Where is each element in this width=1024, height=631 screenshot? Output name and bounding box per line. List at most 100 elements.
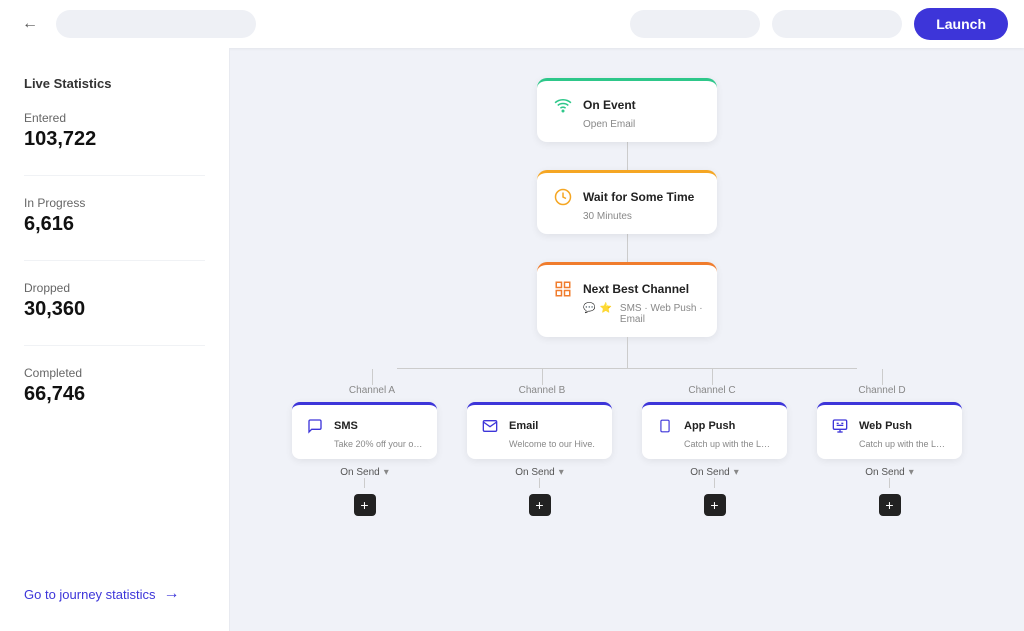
- on-event-icon: [551, 93, 575, 117]
- divider-1: [24, 175, 205, 176]
- sidebar-title: Live Statistics: [24, 76, 205, 91]
- node-nbc-subtitle: SMS · Web Push · Email: [620, 303, 703, 325]
- on-send-apppush-label: On Send: [690, 467, 729, 478]
- channel-d-label: Channel D: [858, 385, 905, 396]
- conn-email: [539, 478, 540, 488]
- channel-webpush-header: Web Push: [829, 415, 950, 437]
- stat-inprogress-label: In Progress: [24, 196, 205, 210]
- nbc-star-icon: ⭐: [599, 303, 611, 325]
- navbar-title: [56, 10, 256, 38]
- stat-completed: Completed 66,746: [24, 366, 205, 406]
- app-push-icon: [654, 415, 676, 437]
- node-next-best[interactable]: Next Best Channel 💬 ⭐ SMS · Web Push · E…: [537, 262, 717, 337]
- back-icon: ←: [22, 15, 38, 33]
- channel-a-label: Channel A: [349, 385, 395, 396]
- channel-b-vline: [542, 369, 543, 385]
- sms-icon: [304, 415, 326, 437]
- stat-inprogress-value: 6,616: [24, 213, 205, 236]
- on-send-webpush[interactable]: On Send ▾: [865, 467, 914, 478]
- node-wait-time[interactable]: Wait for Some Time 30 Minutes: [537, 170, 717, 234]
- chevron-down-webpush: ▾: [909, 467, 914, 478]
- channel-card-webpush[interactable]: Web Push Catch up with the Legends!: [817, 402, 962, 459]
- next-best-icon: [551, 277, 575, 301]
- conn-webpush: [889, 478, 890, 488]
- wait-time-icon: [551, 185, 575, 209]
- chevron-down-apppush: ▾: [734, 467, 739, 478]
- branch-horizontal-line: [397, 368, 857, 369]
- on-send-sms-label: On Send: [340, 467, 379, 478]
- channel-apppush-header: App Push: [654, 415, 775, 437]
- flow-container: On Event Open Email Wait for Some Time: [250, 78, 1004, 516]
- stat-completed-value: 66,746: [24, 383, 205, 406]
- branch-connector: [302, 337, 952, 369]
- channel-email-header: Email: [479, 415, 600, 437]
- channel-sms-desc: Take 20% off your order with code ...: [334, 439, 425, 449]
- channel-b-label: Channel B: [519, 385, 566, 396]
- stat-entered: Entered 103,722: [24, 111, 205, 151]
- on-send-email-label: On Send: [515, 467, 554, 478]
- channel-email-desc: Welcome to our Hive.: [509, 439, 600, 449]
- back-button[interactable]: ←: [16, 10, 44, 38]
- node-on-event-subtitle: Open Email: [583, 119, 703, 130]
- channel-labels-row: Channel A Channel B Channel C Channel D: [302, 369, 952, 402]
- channel-c-col: Channel C: [642, 369, 782, 402]
- divider-3: [24, 345, 205, 346]
- chevron-down-email: ▾: [559, 467, 564, 478]
- channel-d-vline: [882, 369, 883, 385]
- node-on-event-header: On Event: [551, 93, 703, 117]
- divider-2: [24, 260, 205, 261]
- stat-dropped: Dropped 30,360: [24, 281, 205, 321]
- add-node-apppush[interactable]: +: [704, 494, 726, 516]
- node-wait-title: Wait for Some Time: [583, 190, 694, 204]
- channel-card-email[interactable]: Email Welcome to our Hive.: [467, 402, 612, 459]
- stat-dropped-value: 30,360: [24, 298, 205, 321]
- on-send-email[interactable]: On Send ▾: [515, 467, 564, 478]
- journey-stats-link[interactable]: Go to journey statistics →: [24, 585, 205, 603]
- channel-webpush-desc: Catch up with the Legends!: [859, 439, 950, 449]
- channel-a-vline: [372, 369, 373, 385]
- channel-card-apppush[interactable]: App Push Catch up with the Legends!: [642, 402, 787, 459]
- channel-c-vline: [712, 369, 713, 385]
- conn-sms: [364, 478, 365, 488]
- node-wait-subtitle: 30 Minutes: [583, 211, 703, 222]
- email-icon: [479, 415, 501, 437]
- navbar-input-2: [772, 10, 902, 38]
- channel-b-col: Channel B: [472, 369, 612, 402]
- node-on-event-title: On Event: [583, 98, 636, 112]
- launch-button[interactable]: Launch: [914, 8, 1008, 40]
- nbc-sms-icon: 💬: [583, 303, 595, 325]
- stat-dropped-label: Dropped: [24, 281, 205, 295]
- on-send-apppush[interactable]: On Send ▾: [690, 467, 739, 478]
- web-push-icon: [829, 415, 851, 437]
- channel-d: Web Push Catch up with the Legends! On S…: [817, 402, 962, 516]
- branch-main-line: [627, 337, 628, 369]
- channel-a-col: Channel A: [302, 369, 442, 402]
- node-wait-header: Wait for Some Time: [551, 185, 703, 209]
- connector-2: [627, 234, 628, 262]
- connector-1: [627, 142, 628, 170]
- chevron-down-sms: ▾: [384, 467, 389, 478]
- add-node-webpush[interactable]: +: [879, 494, 901, 516]
- channel-d-col: Channel D: [812, 369, 952, 402]
- channel-a: SMS Take 20% off your order with code ..…: [292, 402, 437, 516]
- conn-apppush: [714, 478, 715, 488]
- on-send-sms[interactable]: On Send ▾: [340, 467, 389, 478]
- stat-completed-label: Completed: [24, 366, 205, 380]
- channel-apppush-desc: Catch up with the Legends!: [684, 439, 775, 449]
- nbc-icons: 💬 ⭐ SMS · Web Push · Email: [583, 303, 703, 325]
- navbar: ← Launch: [0, 0, 1024, 48]
- canvas: On Event Open Email Wait for Some Time: [230, 48, 1024, 631]
- add-node-email[interactable]: +: [529, 494, 551, 516]
- stat-entered-label: Entered: [24, 111, 205, 125]
- channel-sms-title: SMS: [334, 420, 358, 432]
- stat-inprogress: In Progress 6,616: [24, 196, 205, 236]
- channel-email-title: Email: [509, 420, 538, 432]
- channels-row: SMS Take 20% off your order with code ..…: [302, 402, 952, 516]
- journey-link-label: Go to journey statistics: [24, 587, 156, 602]
- add-node-sms[interactable]: +: [354, 494, 376, 516]
- node-nbc-header: Next Best Channel: [551, 277, 703, 301]
- channel-card-sms[interactable]: SMS Take 20% off your order with code ..…: [292, 402, 437, 459]
- channel-webpush-title: Web Push: [859, 420, 912, 432]
- channel-b: Email Welcome to our Hive. On Send ▾ +: [467, 402, 612, 516]
- node-on-event[interactable]: On Event Open Email: [537, 78, 717, 142]
